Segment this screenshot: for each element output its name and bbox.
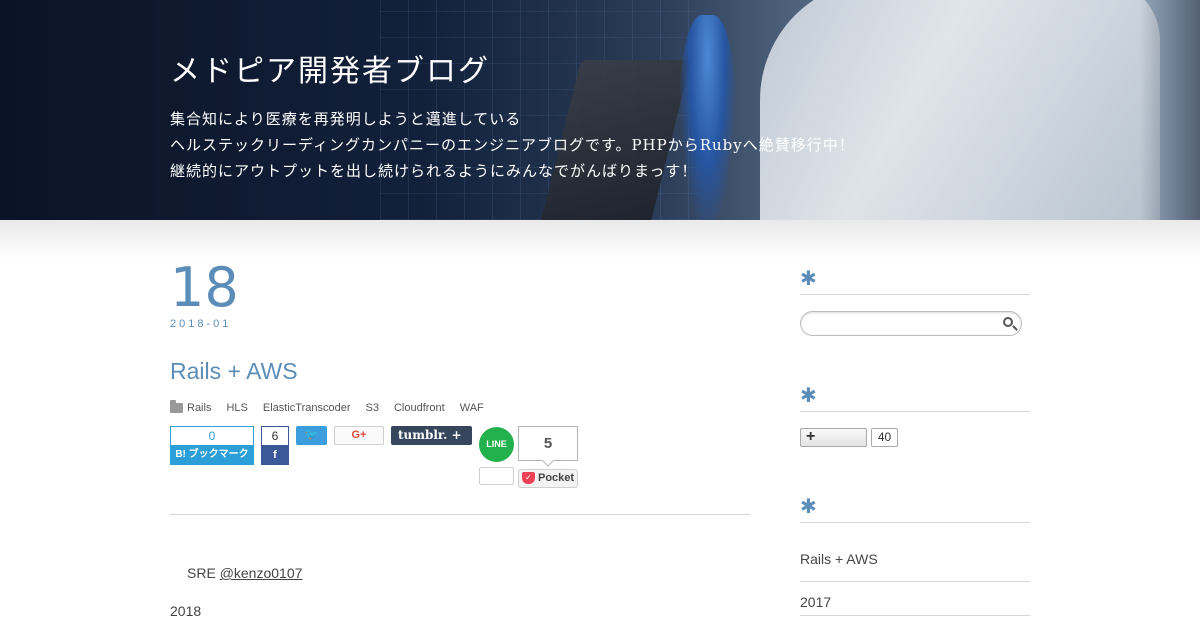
hatena-bookmark-label[interactable]: B! ブックマーク — [170, 445, 254, 465]
blog-description-line: 集合知により医療を再発明しようと邁進している — [170, 110, 522, 128]
line-share-button[interactable]: LINE — [479, 427, 514, 462]
author-prefix: SRE — [187, 565, 216, 581]
asterisk-icon: ✱ — [800, 268, 817, 290]
hatena-bookmark-button[interactable]: 0 B! ブックマーク — [170, 426, 254, 465]
author-link[interactable]: @kenzo0107 — [220, 565, 303, 581]
facebook-icon[interactable]: f — [261, 445, 289, 465]
post-author-line: SRE @kenzo0107 — [187, 565, 302, 581]
post-tags: Rails HLS ElasticTranscoder S3 Cloudfron… — [170, 400, 499, 414]
post-body-text: 2018 — [170, 603, 202, 619]
list-item[interactable]: 2017 — [800, 582, 1030, 616]
folder-icon — [170, 400, 183, 413]
sidebar-widget-heading-line: ✱ — [800, 496, 1030, 523]
post-date-day: 18 — [170, 256, 239, 319]
hero-edge-shade — [1140, 0, 1200, 220]
post-title[interactable]: Rails + AWS — [170, 358, 298, 385]
facebook-count: 6 — [261, 426, 289, 445]
article-divider — [170, 514, 750, 515]
sidebar-widget-heading-line: ✱ — [800, 385, 1030, 412]
tag-link[interactable]: Cloudfront — [394, 402, 445, 414]
search-icon[interactable] — [1003, 317, 1013, 327]
sidebar-widget-heading: ✱ — [800, 385, 1030, 412]
recent-posts-list: Rails + AWS 2017 — [800, 539, 1030, 616]
blog-description-line: ヘルステックリーディングカンパニーのエンジニアブログです。PHPからRubyへ絶… — [170, 136, 855, 154]
follow-button[interactable]: + — [800, 428, 867, 447]
header-hero: メドピア開発者ブログ 集合知により医療を再発明しようと邁進している ヘルステック… — [0, 0, 1200, 220]
tag-link[interactable]: S3 — [365, 402, 378, 414]
pocket-count: 5 — [518, 426, 578, 461]
tag-link[interactable]: HLS — [226, 402, 247, 414]
tag-link[interactable]: WAF — [460, 402, 484, 414]
blog-title[interactable]: メドピア開発者ブログ — [170, 46, 490, 90]
blog-description: 集合知により医療を再発明しようと邁進している ヘルステックリーディングカンパニー… — [170, 106, 855, 184]
article: 18 2018-01 Rails + AWS Rails HLS Elastic… — [170, 256, 750, 619]
tag-link[interactable]: ElasticTranscoder — [263, 402, 351, 414]
share-buttons: 0 B! ブックマーク 6 f 🐦 G+ tumblr. + LINE 5 ✓ … — [170, 426, 750, 491]
sidebar: ✱ ✱ + 40 ✱ Rails + AWS 2017 — [800, 268, 1030, 616]
sidebar-widget-heading: ✱ — [800, 496, 1030, 523]
pocket-save-button[interactable]: ✓ Pocket — [518, 469, 578, 488]
sidebar-widget-heading: ✱ — [800, 268, 1030, 295]
follower-count: 40 — [871, 428, 898, 447]
hatena-count: 0 — [170, 426, 254, 445]
facebook-share-button[interactable]: 6 f — [261, 426, 289, 465]
header-fade — [0, 220, 1200, 260]
post-date-year-month: 2018-01 — [170, 318, 232, 330]
tag-link[interactable]: Rails — [187, 402, 211, 414]
asterisk-icon: ✱ — [800, 385, 817, 407]
search-input[interactable] — [811, 312, 1001, 335]
asterisk-icon: ✱ — [800, 496, 817, 518]
twitter-share-button[interactable]: 🐦 — [296, 426, 327, 445]
list-item[interactable]: Rails + AWS — [800, 539, 1030, 582]
blog-description-line: 継続的にアウトプットを出し続けられるようにみんなでがんばりまっす！ — [170, 162, 698, 180]
pocket-icon: ✓ — [522, 472, 535, 484]
pocket-label: Pocket — [538, 472, 575, 484]
tumblr-share-button[interactable]: tumblr. + — [391, 426, 472, 445]
search-form — [800, 311, 1022, 336]
google-plus-share-button[interactable]: G+ — [334, 426, 384, 445]
twitter-bird-icon: 🐦 — [304, 429, 319, 441]
line-count-box — [479, 467, 514, 485]
